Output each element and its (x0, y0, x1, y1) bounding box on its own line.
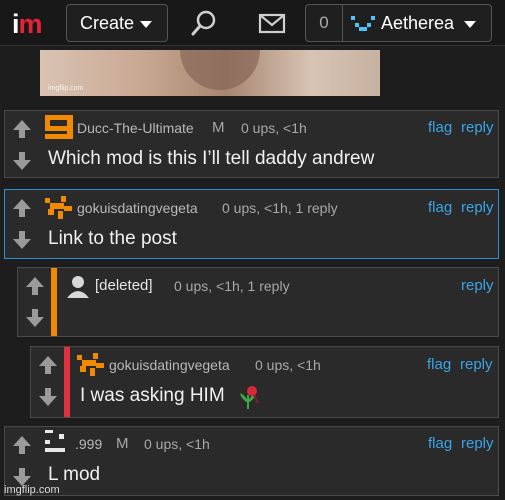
user-menu-button[interactable]: Aetherea (342, 4, 492, 42)
comment: .999 M 0 ups, <1h flag reply L mod (4, 426, 499, 496)
user-avatar[interactable] (45, 196, 73, 220)
imgflip-watermark: imgflip.com (4, 484, 60, 496)
create-label: Create (80, 12, 135, 33)
user-avatar[interactable] (45, 430, 73, 454)
vote-column (18, 268, 51, 336)
arrow-down-icon (13, 231, 31, 249)
comment: gokuisdatingvegeta 0 ups, <1h, 1 reply f… (4, 189, 499, 259)
comment-meta: 0 ups, <1h (241, 120, 307, 136)
comment: gokuisdatingvegeta 0 ups, <1h flag reply… (30, 346, 499, 418)
comment-text: I was asking HIM (80, 385, 225, 406)
arrow-up-icon (39, 356, 57, 374)
comment: [deleted] 0 ups, <1h, 1 reply reply (17, 267, 499, 337)
arrow-up-icon (13, 120, 31, 138)
user-avatar-icon (351, 16, 375, 31)
comment-username[interactable]: .999 (75, 436, 102, 452)
mail-icon[interactable] (257, 10, 287, 36)
chevron-down-icon (140, 21, 153, 28)
vote-column (31, 347, 64, 417)
comment-text: Which mod is this I’ll tell daddy andrew (48, 148, 375, 169)
comment: Ducc-The-Ultimate M 0 ups, <1h flag repl… (4, 110, 499, 178)
rose-emoji-icon (240, 386, 259, 409)
meme-image-detail (180, 50, 260, 90)
reply-link[interactable]: reply (461, 199, 494, 216)
comment-meta: 0 ups, <1h (255, 357, 321, 373)
arrow-down-icon (26, 309, 44, 327)
comment-meta: 0 ups, <1h, 1 reply (222, 200, 338, 216)
upvote-button[interactable] (36, 353, 60, 377)
notification-count-label: 0 (319, 13, 329, 32)
reply-link[interactable]: reply (460, 356, 493, 373)
mod-badge: M (116, 435, 129, 452)
user-avatar[interactable] (45, 115, 73, 139)
comment-meta: 0 ups, <1h, 1 reply (174, 278, 290, 294)
vote-column (5, 190, 38, 258)
comment-username[interactable]: gokuisdatingvegeta (109, 357, 230, 373)
user-avatar[interactable] (77, 353, 105, 377)
arrow-up-icon (13, 436, 31, 454)
logo-m: m (18, 9, 43, 39)
comment-text: L mod (48, 464, 101, 485)
chevron-down-icon (464, 21, 477, 28)
username-label: Aetherea (381, 12, 455, 33)
downvote-button[interactable] (36, 385, 60, 409)
comment-username: [deleted] (95, 277, 153, 294)
flag-link[interactable]: flag (427, 356, 451, 373)
comment-username[interactable]: Ducc-The-Ultimate (77, 120, 194, 136)
arrow-down-icon (39, 388, 57, 406)
top-navigation-bar: im Create 0 Aetherea (0, 0, 505, 46)
comment-meta: 0 ups, <1h (144, 436, 210, 452)
upvote-button[interactable] (10, 433, 34, 457)
reply-thread-indicator (64, 347, 70, 417)
upvote-button[interactable] (23, 274, 47, 298)
reply-link[interactable]: reply (461, 435, 494, 452)
imgflip-logo[interactable]: im (12, 9, 43, 40)
downvote-button[interactable] (23, 306, 47, 330)
comment-username[interactable]: gokuisdatingvegeta (77, 200, 198, 216)
mod-badge: M (212, 119, 225, 136)
search-icon[interactable] (189, 8, 219, 38)
arrow-up-icon (26, 277, 44, 295)
meme-image[interactable]: imgflip.com (40, 50, 380, 96)
default-user-icon (67, 276, 89, 298)
upvote-button[interactable] (10, 117, 34, 141)
flag-link[interactable]: flag (428, 199, 452, 216)
reply-thread-indicator (51, 268, 57, 336)
upvote-button[interactable] (10, 196, 34, 220)
reply-link[interactable]: reply (461, 277, 494, 294)
create-button[interactable]: Create (66, 4, 168, 42)
flag-link[interactable]: flag (428, 435, 452, 452)
downvote-button[interactable] (10, 149, 34, 173)
comment-text: Link to the post (48, 228, 177, 249)
reply-link[interactable]: reply (461, 119, 494, 136)
downvote-button[interactable] (10, 228, 34, 252)
meme-credit: imgflip.com (48, 85, 84, 92)
arrow-up-icon (13, 199, 31, 217)
vote-column (5, 111, 38, 177)
flag-link[interactable]: flag (428, 119, 452, 136)
arrow-down-icon (13, 152, 31, 170)
notification-count[interactable]: 0 (305, 4, 343, 42)
